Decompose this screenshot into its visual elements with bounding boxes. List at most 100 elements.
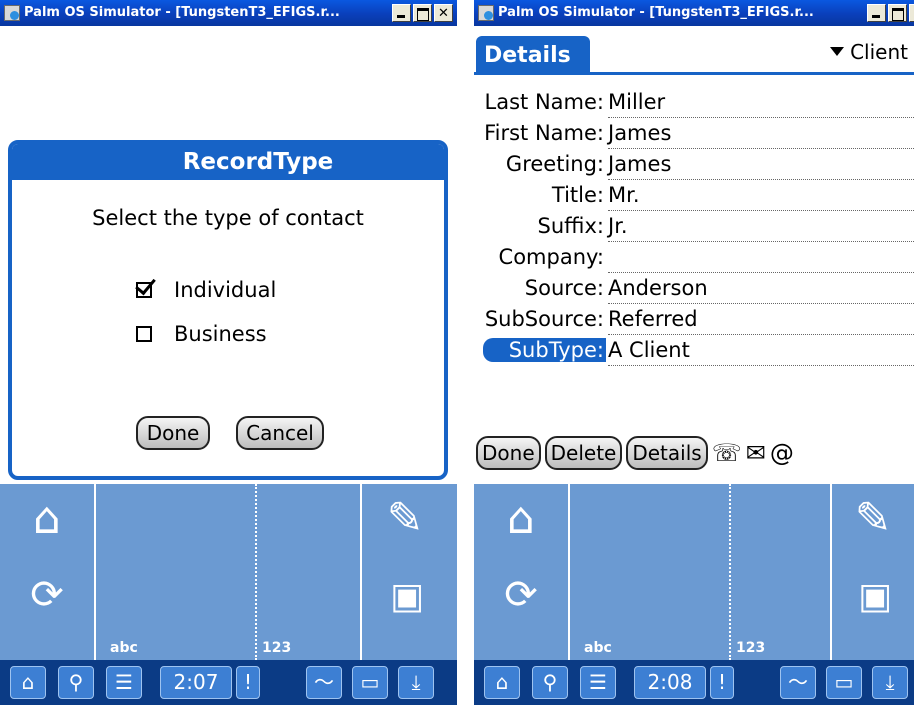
- home-icon[interactable]: ⌂: [490, 494, 552, 544]
- maximize-button[interactable]: [413, 4, 432, 22]
- display-icon[interactable]: ▣: [840, 572, 910, 622]
- option-label: Individual: [174, 278, 277, 302]
- dialog-prompt: Select the type of contact: [92, 206, 364, 230]
- field-label: Title:: [551, 183, 604, 207]
- field-subsource[interactable]: SubSource: Referred: [474, 305, 914, 336]
- field-suffix[interactable]: Suffix: Jr.: [474, 212, 914, 243]
- field-label: Source:: [524, 276, 604, 300]
- search-icon[interactable]: ⚲: [532, 666, 568, 699]
- field-label: Greeting:: [505, 152, 604, 176]
- checkbox-unchecked-icon[interactable]: [136, 326, 152, 342]
- graffiti-divider: [255, 484, 257, 660]
- close-button[interactable]: [434, 4, 453, 22]
- field-value[interactable]: A Client: [608, 338, 914, 366]
- numeric-label: 123: [262, 640, 292, 656]
- display-toggle-icon[interactable]: ▭: [352, 666, 388, 699]
- phone-icon[interactable]: ☏: [712, 439, 742, 467]
- palm-screen: RecordType Select the type of contact In…: [0, 26, 457, 484]
- field-first-name[interactable]: First Name: James: [474, 119, 914, 150]
- pen-icon[interactable]: ✎: [842, 494, 904, 544]
- clock[interactable]: 2:08: [634, 666, 706, 699]
- window-title: Palm OS Simulator - [TungstenT3_EFIGS.r.…: [498, 5, 814, 20]
- option-business[interactable]: Business: [136, 322, 267, 346]
- option-individual[interactable]: Individual: [136, 278, 276, 302]
- field-source[interactable]: Source: Anderson: [474, 274, 914, 305]
- window-title: Palm OS Simulator - [TungstenT3_EFIGS.r.…: [24, 5, 340, 20]
- field-value[interactable]: Referred: [608, 307, 914, 335]
- field-value[interactable]: James: [608, 152, 914, 180]
- display-toggle-icon[interactable]: ▭: [826, 666, 862, 699]
- field-value[interactable]: Miller: [608, 90, 914, 118]
- form-header: Details Client: [474, 34, 914, 75]
- category-label: Client: [850, 40, 908, 64]
- numeric-label: 123: [736, 640, 766, 656]
- home-icon[interactable]: ⌂: [10, 666, 46, 699]
- display-icon[interactable]: ▣: [372, 572, 442, 622]
- field-last-name[interactable]: Last Name: Miller: [474, 88, 914, 119]
- dialog-title: RecordType: [12, 144, 444, 180]
- field-value[interactable]: James: [608, 121, 914, 149]
- clock[interactable]: 2:07: [160, 666, 232, 699]
- dropdown-triangle-icon: [830, 47, 845, 56]
- field-label: First Name:: [484, 121, 604, 145]
- menu-icon[interactable]: ☰: [106, 666, 142, 699]
- status-bar: ⌂ ⚲ ☰ 2:07 ! 〜 ▭ ⤓: [0, 660, 457, 705]
- window-titlebar[interactable]: Palm OS Simulator - [TungstenT3_EFIGS.r.…: [0, 0, 457, 26]
- abc-label: abc: [110, 640, 138, 656]
- field-value[interactable]: [608, 245, 914, 273]
- minimize-button[interactable]: [867, 4, 886, 22]
- status-bar: ⌂ ⚲ ☰ 2:08 ! 〜 ▭ ⤓: [474, 660, 914, 705]
- field-value[interactable]: Mr.: [608, 183, 914, 211]
- window-titlebar[interactable]: Palm OS Simulator - [TungstenT3_EFIGS.r.…: [474, 0, 914, 26]
- input-panel-icon[interactable]: ⤓: [398, 666, 434, 699]
- field-subtype[interactable]: SubType: A Client: [474, 336, 914, 367]
- abc-label: abc: [584, 640, 612, 656]
- field-label-selected[interactable]: SubType:: [482, 338, 606, 362]
- alert-icon[interactable]: !: [710, 666, 734, 699]
- mail-icon[interactable]: ✉: [746, 439, 766, 467]
- category-trigger[interactable]: Client: [830, 40, 908, 64]
- email-at-icon[interactable]: @: [770, 439, 794, 467]
- done-button[interactable]: Done: [476, 436, 541, 470]
- done-button[interactable]: Done: [136, 416, 210, 450]
- pen-icon[interactable]: ✎: [374, 494, 436, 544]
- search-icon[interactable]: ⚲: [58, 666, 94, 699]
- silkscreen-left: ⌂ ⟳: [0, 484, 96, 660]
- hotsync-icon[interactable]: ⟳: [486, 570, 556, 620]
- checkbox-checked-icon[interactable]: [136, 282, 152, 298]
- field-value[interactable]: Jr.: [608, 214, 914, 242]
- simulator-window-left: Palm OS Simulator - [TungstenT3_EFIGS.r.…: [0, 0, 457, 705]
- simulator-window-right: Palm OS Simulator - [TungstenT3_EFIGS.r.…: [474, 0, 914, 705]
- alert-icon[interactable]: !: [236, 666, 260, 699]
- field-greeting[interactable]: Greeting: James: [474, 150, 914, 181]
- silkscreen-left: ⌂ ⟳: [474, 484, 570, 660]
- option-label: Business: [174, 322, 267, 346]
- field-label: Last Name:: [484, 90, 604, 114]
- field-label: Suffix:: [537, 214, 604, 238]
- delete-button[interactable]: Delete: [544, 436, 623, 470]
- field-company[interactable]: Company:: [474, 243, 914, 274]
- cancel-button[interactable]: Cancel: [236, 416, 324, 450]
- details-button[interactable]: Details: [626, 436, 708, 470]
- maximize-button[interactable]: [888, 4, 907, 22]
- graffiti-area[interactable]: ⌂ ⟳ abc 123 ✎ ▣: [474, 484, 914, 660]
- graffiti-icon[interactable]: 〜: [306, 666, 342, 699]
- minimize-button[interactable]: [392, 4, 411, 22]
- silkscreen-right: ✎ ▣: [360, 484, 457, 660]
- graffiti-area[interactable]: ⌂ ⟳ abc 123 ✎ ▣: [0, 484, 457, 660]
- form-title-tab[interactable]: Details: [476, 36, 590, 72]
- field-value[interactable]: Anderson: [608, 276, 914, 304]
- graffiti-icon[interactable]: 〜: [780, 666, 816, 699]
- field-label: SubSource:: [484, 307, 604, 331]
- home-icon[interactable]: ⌂: [484, 666, 520, 699]
- hotsync-icon[interactable]: ⟳: [12, 570, 82, 620]
- input-panel-icon[interactable]: ⤓: [872, 666, 908, 699]
- command-bar: Done Delete Details ☏ ✉ @: [476, 436, 794, 470]
- close-button[interactable]: [909, 4, 914, 22]
- graffiti-divider: [729, 484, 731, 660]
- menu-icon[interactable]: ☰: [580, 666, 616, 699]
- field-title[interactable]: Title: Mr.: [474, 181, 914, 212]
- palm-screen: Details Client Last Name: Miller First N…: [474, 26, 914, 484]
- app-icon: [4, 5, 20, 21]
- home-icon[interactable]: ⌂: [16, 494, 78, 544]
